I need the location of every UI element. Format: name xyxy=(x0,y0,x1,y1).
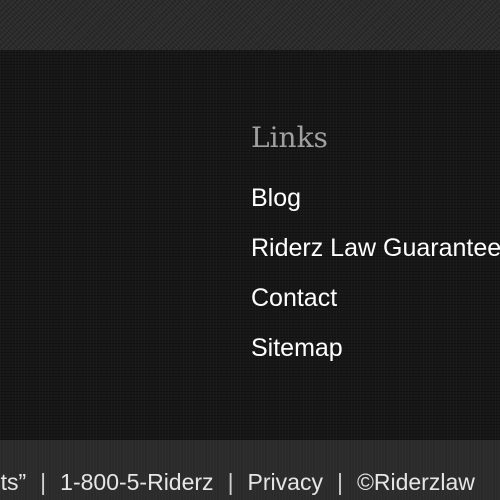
separator: | xyxy=(40,469,47,495)
blog-link[interactable]: Blog xyxy=(251,184,301,212)
list-item: Contact xyxy=(251,276,500,326)
list-item: Riderz Law Guarantee xyxy=(251,226,500,276)
tagline-text: ists” xyxy=(0,469,27,495)
page: Links Blog Riderz Law Guarantee Contact … xyxy=(0,0,500,500)
links-heading: Links xyxy=(251,121,328,154)
separator: | xyxy=(227,469,234,495)
sitemap-link[interactable]: Sitemap xyxy=(251,334,343,362)
privacy-link[interactable]: Privacy xyxy=(248,469,323,495)
contact-link[interactable]: Contact xyxy=(251,284,337,312)
textured-header-band xyxy=(0,0,500,50)
copyright-row: ists” | 1-800-5-Riderz | Privacy | ©Riderzlaw xyxy=(0,440,475,500)
copyright-bar: ists” | 1-800-5-Riderz | Privacy | ©Riderzlaw xyxy=(0,440,500,500)
list-item: Sitemap xyxy=(251,326,500,376)
phone-link[interactable]: 1-800-5-Riderz xyxy=(60,469,213,495)
separator: | xyxy=(336,469,343,495)
list-item: Blog xyxy=(251,176,500,226)
riderz-law-guarantee-link[interactable]: Riderz Law Guarantee xyxy=(251,234,500,262)
footer-links-column: Links Blog Riderz Law Guarantee Contact … xyxy=(251,120,500,376)
copyright-text: ©Riderzlaw xyxy=(356,469,475,495)
footer-links-list: Blog Riderz Law Guarantee Contact Sitema… xyxy=(251,176,500,376)
